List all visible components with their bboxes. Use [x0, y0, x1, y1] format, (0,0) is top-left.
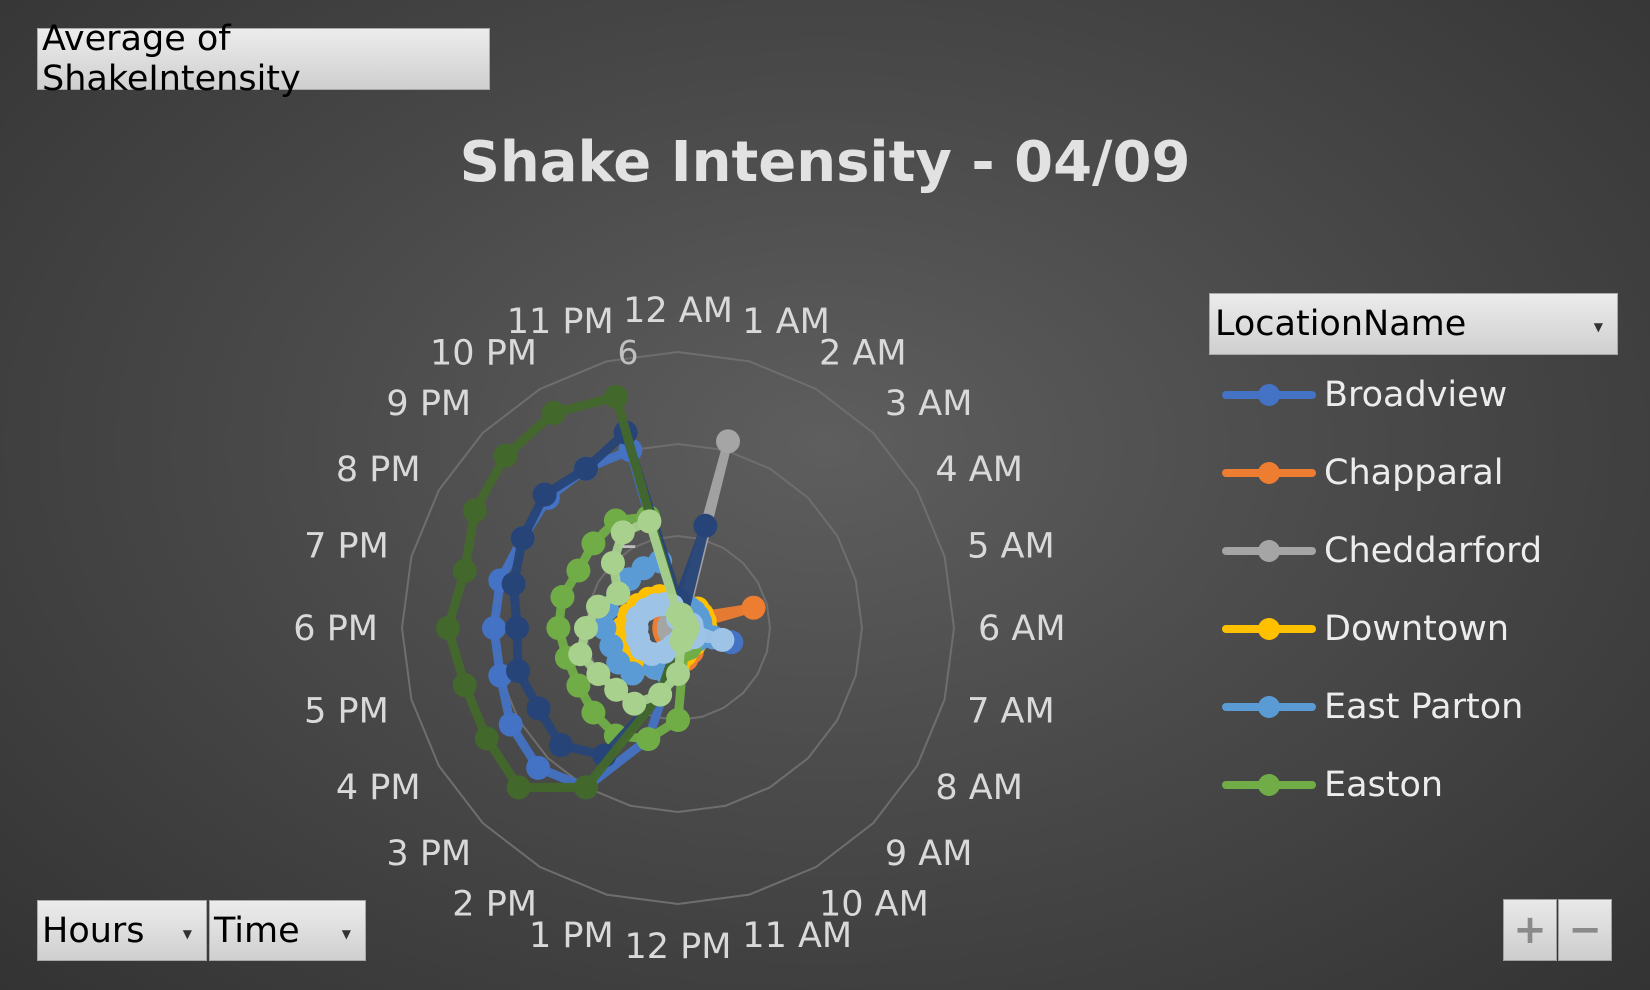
data-point: [716, 429, 741, 454]
data-point: [550, 585, 575, 610]
data-point: [586, 662, 611, 686]
chevron-down-icon: ▼: [1593, 320, 1603, 334]
legend-item[interactable]: Downtown: [1218, 609, 1509, 649]
category-label: 11 AM: [742, 916, 852, 956]
data-point: [581, 700, 606, 725]
data-point: [505, 616, 529, 640]
data-point: [506, 775, 531, 800]
data-point: [526, 696, 551, 721]
data-point: [436, 616, 460, 640]
data-point: [506, 658, 531, 683]
category-label: 8 PM: [336, 450, 421, 490]
category-label: 5 PM: [304, 691, 389, 731]
legend-item[interactable]: Easton: [1218, 765, 1443, 805]
minus-icon: −: [1568, 907, 1602, 953]
data-point: [574, 456, 598, 481]
category-label: 9 PM: [386, 384, 471, 424]
category-label: 7 PM: [304, 527, 389, 567]
data-point: [568, 642, 593, 667]
category-label: 12 AM: [623, 291, 733, 331]
chevron-down-icon: ▼: [341, 927, 351, 941]
category-label: 4 PM: [336, 768, 421, 808]
data-point: [546, 616, 571, 640]
category-label: 6 PM: [293, 609, 378, 649]
legend-swatch: [1218, 453, 1320, 493]
data-point: [462, 498, 487, 523]
data-point: [452, 673, 477, 698]
hours-field-label: Hours: [42, 910, 145, 951]
category-label: 9 AM: [885, 834, 973, 874]
data-point: [452, 558, 477, 583]
category-label: 7 AM: [967, 691, 1055, 731]
expand-field-button[interactable]: +: [1503, 899, 1557, 961]
data-point: [501, 571, 526, 596]
legend-label: Easton: [1324, 765, 1444, 805]
legend-swatch: [1218, 531, 1320, 571]
data-point: [606, 581, 631, 606]
legend-field-label: LocationName: [1215, 304, 1467, 344]
data-point: [566, 558, 591, 583]
legend-item[interactable]: Cheddarford: [1218, 531, 1542, 571]
legend-swatch: [1218, 375, 1320, 415]
category-label: 2 AM: [819, 334, 907, 374]
legend-item[interactable]: East Parton: [1218, 687, 1523, 727]
hours-field-button[interactable]: Hours ▼: [37, 900, 207, 961]
data-point: [610, 520, 635, 545]
legend-label: Downtown: [1324, 609, 1510, 649]
data-point: [548, 733, 573, 758]
category-label: 8 AM: [935, 768, 1023, 808]
legend-item[interactable]: Chapparal: [1218, 453, 1504, 493]
legend-label: Broadview: [1324, 375, 1508, 415]
radar-chart: 12 AM 1 AM2 AM 3 AM 4 AM 5 AM 6 AM 7 AM 8 AM 9 A…: [293, 291, 1066, 967]
data-point: [474, 726, 499, 751]
data-point: [586, 594, 611, 619]
legend-label: Chapparal: [1324, 453, 1504, 493]
data-point: [482, 616, 506, 640]
category-label: 3 AM: [885, 384, 973, 424]
legend-field-button[interactable]: LocationName ▼: [1209, 293, 1618, 355]
data-point: [532, 482, 557, 507]
data-point: [574, 616, 598, 640]
data-point: [526, 755, 551, 780]
radial-tick-label: 6: [618, 333, 639, 372]
data-point: [648, 682, 673, 707]
data-point: [510, 526, 535, 551]
category-label: 1 PM: [529, 916, 614, 956]
data-point: [581, 531, 606, 556]
data-point: [637, 509, 662, 534]
plus-icon: +: [1513, 907, 1547, 953]
legend-label: Cheddarford: [1324, 531, 1543, 571]
collapse-field-button[interactable]: −: [1558, 899, 1612, 961]
category-label: 1 AM: [742, 302, 830, 342]
legend-swatch: [1218, 765, 1320, 805]
chevron-down-icon: ▼: [182, 927, 192, 941]
legend-swatch: [1218, 609, 1320, 649]
data-point: [710, 627, 735, 652]
legend-swatch: [1218, 687, 1320, 727]
time-field-button[interactable]: Time ▼: [209, 900, 366, 961]
category-label: 4 AM: [935, 450, 1023, 490]
data-point: [636, 727, 661, 752]
data-point: [574, 775, 598, 800]
category-label: 2 PM: [452, 884, 537, 924]
data-point: [493, 443, 518, 468]
data-point: [498, 712, 523, 737]
data-point: [666, 708, 690, 732]
category-label: 11 PM: [507, 302, 614, 342]
data-point: [669, 629, 694, 654]
legend-item[interactable]: Broadview: [1218, 375, 1507, 415]
data-point: [741, 595, 766, 620]
data-point: [541, 400, 566, 425]
category-label: 3 PM: [386, 834, 471, 874]
legend-label: East Parton: [1324, 687, 1524, 727]
data-point: [604, 384, 629, 409]
category-label: 12 PM: [625, 927, 732, 967]
time-field-label: Time: [214, 910, 300, 951]
data-point: [666, 662, 690, 686]
data-point: [600, 550, 625, 575]
data-point: [604, 677, 629, 702]
category-label: 5 AM: [967, 527, 1055, 567]
data-point: [693, 513, 718, 538]
category-label: 6 AM: [978, 609, 1066, 649]
